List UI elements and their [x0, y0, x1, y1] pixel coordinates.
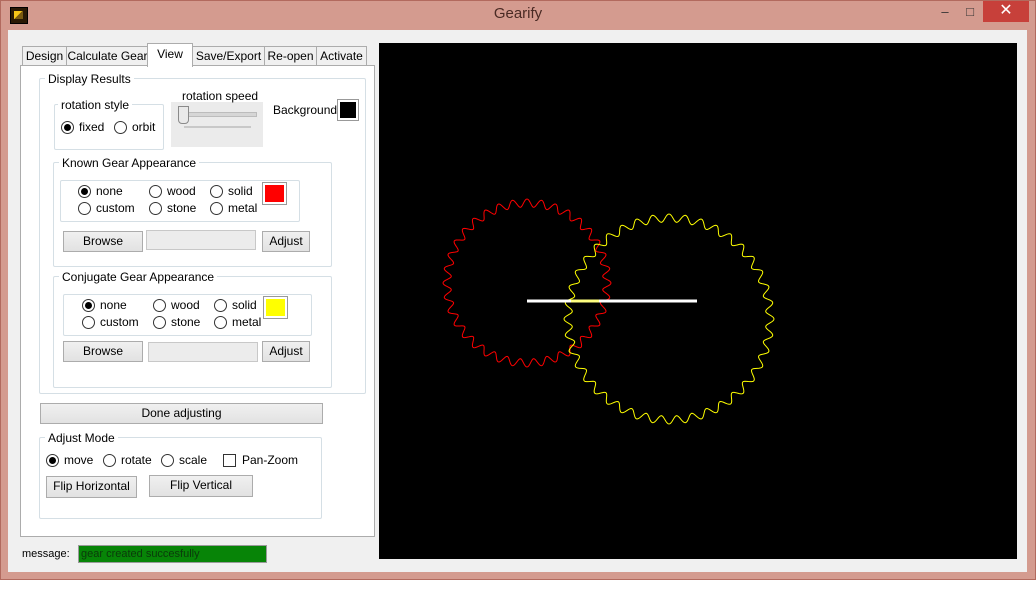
- rotation-speed-track[interactable]: [182, 112, 257, 117]
- conjugate-wood-radio[interactable]: [153, 299, 166, 312]
- flip-vertical-button[interactable]: Flip Vertical: [149, 475, 253, 497]
- gear-view-svg[interactable]: [379, 43, 1017, 559]
- adjust-scale-radio[interactable]: [161, 454, 174, 467]
- known-path-field[interactable]: [146, 230, 256, 250]
- conjugate-gear-color-button[interactable]: [263, 296, 288, 319]
- known-gear-color-button[interactable]: [262, 182, 287, 205]
- known-none-radio[interactable]: [78, 185, 91, 198]
- rotation-style-label: rotation style: [58, 98, 133, 112]
- conjugate-stone-radio[interactable]: [153, 316, 166, 329]
- tab-view[interactable]: View: [147, 43, 193, 67]
- pan-zoom-label[interactable]: Pan-Zoom: [242, 453, 298, 467]
- adjust-move-radio[interactable]: [46, 454, 59, 467]
- known-adjust-button[interactable]: Adjust: [262, 231, 310, 252]
- known-none-label[interactable]: none: [96, 184, 123, 198]
- tab-re-open[interactable]: Re-open: [264, 46, 317, 66]
- conjugate-browse-button[interactable]: Browse: [63, 341, 143, 362]
- known-wood-label[interactable]: wood: [167, 184, 196, 198]
- conjugate-gear-outline: [563, 213, 775, 425]
- conjugate-stone-label[interactable]: stone: [171, 315, 200, 329]
- title-bar[interactable]: Gearify – □ ✕: [0, 0, 1036, 30]
- known-browse-button[interactable]: Browse: [63, 231, 143, 252]
- rotation-speed-thumb[interactable]: [178, 106, 189, 124]
- background-label: Background: [273, 103, 338, 117]
- rotation-speed-ticks: [184, 126, 251, 128]
- conjugate-gear-color-swatch: [266, 299, 285, 316]
- background-color-button[interactable]: [337, 99, 359, 121]
- conjugate-solid-radio[interactable]: [214, 299, 227, 312]
- tab-design[interactable]: Design: [22, 46, 67, 66]
- rotation-orbit-label[interactable]: orbit: [132, 120, 155, 134]
- adjust-mode-label: Adjust Mode: [45, 431, 118, 445]
- done-adjusting-button[interactable]: Done adjusting: [40, 403, 323, 424]
- background-color-swatch: [340, 102, 356, 118]
- known-metal-radio[interactable]: [210, 202, 223, 215]
- message-label: message:: [22, 548, 70, 560]
- known-gear-color-swatch: [265, 185, 284, 202]
- adjust-rotate-label[interactable]: rotate: [121, 453, 152, 467]
- adjust-scale-label[interactable]: scale: [179, 453, 207, 467]
- tab-save-export[interactable]: Save/Export: [192, 46, 265, 66]
- conjugate-custom-radio[interactable]: [82, 316, 95, 329]
- conjugate-solid-label[interactable]: solid: [232, 298, 257, 312]
- close-button[interactable]: ✕: [983, 1, 1029, 22]
- pan-zoom-checkbox[interactable]: [223, 454, 236, 467]
- conjugate-metal-radio[interactable]: [214, 316, 227, 329]
- conjugate-custom-label[interactable]: custom: [100, 315, 139, 329]
- conjugate-metal-label[interactable]: metal: [232, 315, 261, 329]
- tab-calculate-gear[interactable]: Calculate Gear: [66, 46, 149, 66]
- tab-activate[interactable]: Activate: [316, 46, 367, 66]
- conjugate-wood-label[interactable]: wood: [171, 298, 200, 312]
- known-gear-outline: [442, 198, 612, 368]
- display-results-label: Display Results: [45, 72, 134, 86]
- known-stone-radio[interactable]: [149, 202, 162, 215]
- rotation-speed-label: rotation speed: [182, 89, 259, 103]
- rotation-fixed-radio[interactable]: [61, 121, 74, 134]
- known-wood-radio[interactable]: [149, 185, 162, 198]
- adjust-rotate-radio[interactable]: [103, 454, 116, 467]
- adjust-move-label[interactable]: move: [64, 453, 93, 467]
- known-solid-label[interactable]: solid: [228, 184, 253, 198]
- window-title: Gearify: [493, 5, 543, 22]
- conjugate-none-radio[interactable]: [82, 299, 95, 312]
- conjugate-gear-label: Conjugate Gear Appearance: [59, 270, 218, 284]
- rotation-orbit-radio[interactable]: [114, 121, 127, 134]
- known-custom-label[interactable]: custom: [96, 201, 135, 215]
- conjugate-none-label[interactable]: none: [100, 298, 127, 312]
- minimize-button[interactable]: –: [932, 2, 958, 22]
- known-gear-label: Known Gear Appearance: [59, 156, 200, 170]
- known-stone-label[interactable]: stone: [167, 201, 196, 215]
- known-metal-label[interactable]: metal: [228, 201, 257, 215]
- conjugate-adjust-button[interactable]: Adjust: [262, 341, 310, 362]
- message-box: gear created succesfully: [78, 545, 267, 563]
- conjugate-path-field[interactable]: [148, 342, 258, 362]
- flip-horizontal-button[interactable]: Flip Horizontal: [46, 476, 137, 498]
- maximize-button[interactable]: □: [958, 2, 982, 22]
- known-custom-radio[interactable]: [78, 202, 91, 215]
- known-solid-radio[interactable]: [210, 185, 223, 198]
- rotation-fixed-label[interactable]: fixed: [79, 120, 104, 134]
- gear-view-canvas[interactable]: [379, 43, 1017, 559]
